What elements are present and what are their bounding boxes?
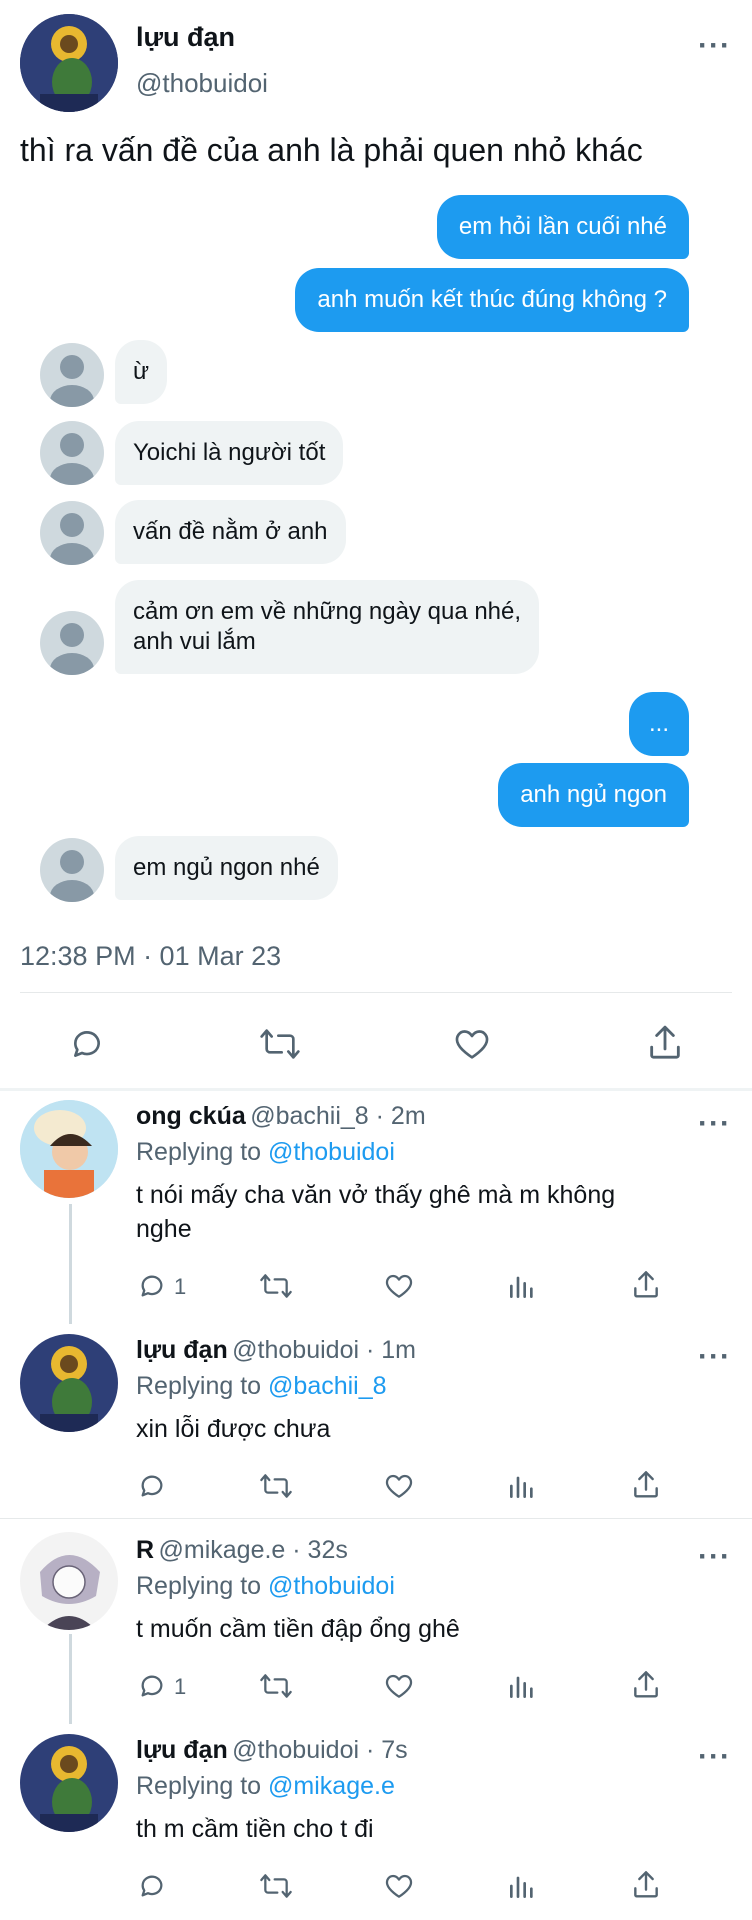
retweet-icon[interactable] bbox=[258, 1870, 294, 1902]
reply-author-name[interactable]: ong ckúa bbox=[136, 1102, 246, 1130]
more-icon[interactable]: ··· bbox=[698, 31, 731, 61]
main-tweet-text: thì ra vấn đề của anh là phải quen nhỏ k… bbox=[20, 132, 643, 168]
reply-author-name[interactable]: lựu đạn bbox=[136, 1336, 228, 1364]
more-icon[interactable]: ··· bbox=[698, 1342, 731, 1372]
reply-author-handle[interactable]: @thobuidoi · 7s bbox=[232, 1736, 407, 1764]
like-icon[interactable] bbox=[383, 1870, 415, 1902]
person-icon bbox=[40, 421, 104, 485]
retweet-icon[interactable] bbox=[258, 1470, 294, 1502]
reply-author-name[interactable]: R bbox=[136, 1536, 154, 1564]
analytics-icon[interactable] bbox=[506, 1870, 538, 1902]
more-icon[interactable]: ··· bbox=[698, 1542, 731, 1572]
divider bbox=[0, 1088, 752, 1091]
share-icon[interactable] bbox=[630, 1268, 662, 1302]
share-icon[interactable] bbox=[630, 1668, 662, 1702]
retweet-icon[interactable] bbox=[258, 1270, 294, 1302]
tweet-timestamp[interactable]: 12:38 PM · 01 Mar 23 bbox=[20, 941, 281, 972]
person-icon bbox=[40, 611, 104, 675]
chat-message-incoming: vấn đề nằm ở anh bbox=[115, 500, 346, 564]
replying-to-link[interactable]: @bachii_8 bbox=[268, 1372, 387, 1400]
replying-to-link[interactable]: @thobuidoi bbox=[268, 1572, 395, 1600]
chat-message-outgoing: ... bbox=[628, 692, 689, 756]
thread-line bbox=[69, 1634, 72, 1724]
retweet-icon[interactable] bbox=[258, 1670, 294, 1702]
share-icon[interactable] bbox=[645, 1022, 685, 1064]
like-icon[interactable] bbox=[383, 1270, 415, 1302]
reply-author-avatar[interactable] bbox=[20, 1334, 118, 1432]
replying-to: Replying to @thobuidoi bbox=[136, 1572, 395, 1600]
reply-text: t nói mấy cha văn vở thấy ghê mà m không… bbox=[136, 1181, 616, 1243]
divider bbox=[0, 1518, 752, 1519]
reply-icon[interactable] bbox=[136, 1470, 168, 1502]
reply-author-avatar[interactable] bbox=[20, 1734, 118, 1832]
like-icon[interactable] bbox=[383, 1670, 415, 1702]
replying-to: Replying to @thobuidoi bbox=[136, 1138, 395, 1166]
chat-message-incoming: em ngủ ngon nhé bbox=[115, 836, 338, 900]
chat-message-incoming: ừ bbox=[115, 340, 168, 404]
more-icon[interactable]: ··· bbox=[698, 1109, 731, 1139]
main-author-name[interactable]: lựu đạn bbox=[136, 22, 235, 53]
replying-to-link[interactable]: @mikage.e bbox=[268, 1772, 395, 1800]
reply-author-avatar[interactable] bbox=[20, 1100, 118, 1198]
analytics-icon[interactable] bbox=[506, 1470, 538, 1502]
reply-author-handle[interactable]: @bachii_8 · 2m bbox=[250, 1102, 425, 1130]
like-icon[interactable] bbox=[452, 1024, 492, 1064]
reply-author-handle[interactable]: @thobuidoi · 1m bbox=[232, 1336, 416, 1364]
reply-text: xin lỗi được chưa bbox=[136, 1415, 331, 1443]
retweet-icon[interactable] bbox=[258, 1024, 302, 1064]
chat-message-incoming: cảm ơn em về những ngày qua nhé, anh vui… bbox=[115, 580, 540, 674]
main-author-handle[interactable]: @thobuidoi bbox=[136, 68, 268, 99]
more-icon[interactable]: ··· bbox=[698, 1742, 731, 1772]
reply-icon[interactable] bbox=[67, 1024, 107, 1064]
chat-message-outgoing: anh muốn kết thúc đúng không ? bbox=[295, 268, 689, 332]
reply-count: 1 bbox=[174, 1274, 187, 1299]
chat-message-incoming: Yoichi là người tốt bbox=[115, 421, 344, 485]
share-icon[interactable] bbox=[630, 1468, 662, 1502]
chat-message-outgoing: em hỏi lần cuối nhé bbox=[436, 195, 689, 259]
person-icon bbox=[40, 838, 104, 902]
reply-icon[interactable] bbox=[136, 1670, 168, 1702]
divider bbox=[20, 992, 732, 993]
reply-count: 1 bbox=[174, 1674, 187, 1699]
replying-to: Replying to @bachii_8 bbox=[136, 1372, 387, 1400]
main-author-avatar[interactable] bbox=[20, 14, 118, 112]
replying-to: Replying to @mikage.e bbox=[136, 1772, 395, 1800]
share-icon[interactable] bbox=[630, 1868, 662, 1902]
reply-author-avatar[interactable] bbox=[20, 1532, 118, 1630]
chat-message-outgoing: anh ngủ ngon bbox=[498, 763, 689, 827]
reply-icon[interactable] bbox=[136, 1870, 168, 1902]
reply-text: th m cầm tiền cho t đi bbox=[136, 1815, 374, 1843]
analytics-icon[interactable] bbox=[506, 1670, 538, 1702]
thread-line bbox=[69, 1204, 72, 1324]
analytics-icon[interactable] bbox=[506, 1270, 538, 1302]
reply-text: t muốn cầm tiền đập ổng ghê bbox=[136, 1615, 460, 1643]
reply-author-name[interactable]: lựu đạn bbox=[136, 1736, 228, 1764]
reply-author-handle[interactable]: @mikage.e · 32s bbox=[159, 1536, 348, 1564]
chat-message-line: anh vui lắm bbox=[133, 628, 256, 655]
person-icon bbox=[40, 343, 104, 407]
person-icon bbox=[40, 501, 104, 565]
replying-to-link[interactable]: @thobuidoi bbox=[268, 1138, 395, 1166]
chat-message-line: cảm ơn em về những ngày qua nhé, bbox=[133, 598, 522, 625]
reply-icon[interactable] bbox=[136, 1270, 168, 1302]
like-icon[interactable] bbox=[383, 1470, 415, 1502]
